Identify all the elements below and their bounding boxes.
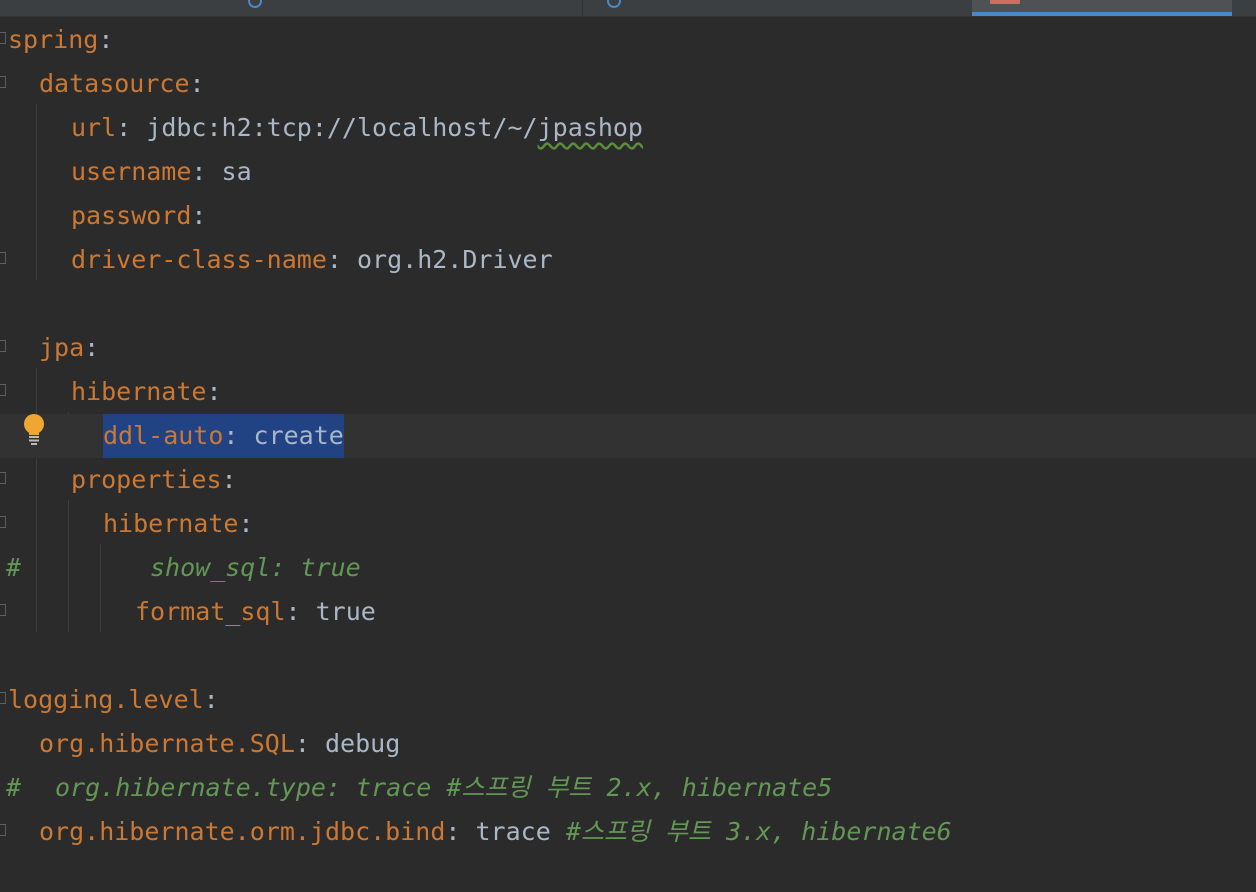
yaml-key: spring bbox=[8, 25, 99, 54]
comment-text: show_sql: true bbox=[150, 553, 361, 582]
code-line[interactable]: properties: bbox=[0, 458, 1256, 502]
yaml-key: driver-class-name bbox=[71, 245, 327, 274]
yaml-key: password bbox=[71, 201, 192, 230]
editor-tab-active[interactable] bbox=[972, 0, 1232, 16]
yaml-key: username bbox=[71, 157, 192, 186]
yaml-value: create bbox=[253, 421, 344, 450]
inline-comment: #스프링 부트 3.x, hibernate6 bbox=[565, 817, 952, 846]
code-line[interactable]: logging.level: bbox=[0, 678, 1256, 722]
yaml-colon: : bbox=[238, 509, 254, 538]
code-editor[interactable]: spring: datasource: url: jdbc:h2:tcp://l… bbox=[0, 16, 1256, 892]
code-line-current[interactable]: ddl-auto: create bbox=[0, 414, 1256, 458]
code-line[interactable]: hibernate: bbox=[0, 370, 1256, 414]
yaml-colon: : bbox=[223, 421, 254, 450]
yaml-value: debug bbox=[324, 729, 401, 758]
yaml-key: org.hibernate.SQL bbox=[39, 729, 295, 758]
yaml-value: trace bbox=[475, 817, 566, 846]
yaml-key: hibernate bbox=[71, 377, 207, 406]
editor-tab[interactable] bbox=[582, 0, 971, 16]
yaml-key: url bbox=[71, 113, 117, 142]
code-line[interactable]: # show_sql: true bbox=[0, 546, 1256, 590]
yaml-key: ddl-auto bbox=[103, 421, 224, 450]
code-line[interactable]: org.hibernate.orm.jdbc.bind: trace #스프링 … bbox=[0, 810, 1256, 854]
yaml-colon: : bbox=[84, 333, 100, 362]
yaml-colon: : bbox=[98, 25, 114, 54]
code-line[interactable]: spring: bbox=[0, 18, 1256, 62]
yaml-colon: : bbox=[203, 685, 219, 714]
yaml-colon: : bbox=[326, 245, 357, 274]
lightbulb-icon[interactable] bbox=[22, 412, 46, 446]
code-line[interactable]: hibernate: bbox=[0, 502, 1256, 546]
text-selection[interactable]: ddl-auto: create bbox=[103, 414, 344, 458]
yaml-value: org.h2.Driver bbox=[356, 245, 553, 274]
yaml-colon: : bbox=[116, 113, 147, 142]
yaml-colon: : bbox=[191, 201, 207, 230]
code-line[interactable]: password: bbox=[0, 194, 1256, 238]
code-line[interactable]: # org.hibernate.type: trace #스프링 부트 2.x,… bbox=[0, 766, 1256, 810]
yaml-key: properties bbox=[71, 465, 222, 494]
yaml-colon: : bbox=[294, 729, 325, 758]
yaml-colon: : bbox=[445, 817, 476, 846]
yaml-key: org.hibernate.orm.jdbc.bind bbox=[39, 817, 446, 846]
yaml-file-icon bbox=[990, 0, 1020, 4]
yaml-value: true bbox=[315, 597, 376, 626]
code-line[interactable]: format_sql: true bbox=[0, 590, 1256, 634]
yaml-value: sa bbox=[221, 157, 252, 186]
yaml-key: datasource bbox=[39, 69, 190, 98]
yaml-colon: : bbox=[206, 377, 222, 406]
code-line[interactable]: url: jdbc:h2:tcp://localhost/~/jpashop bbox=[0, 106, 1256, 150]
yaml-key: logging.level bbox=[8, 685, 204, 714]
yaml-colon: : bbox=[285, 597, 316, 626]
code-line[interactable]: driver-class-name: org.h2.Driver bbox=[0, 238, 1256, 282]
code-line[interactable]: jpa: bbox=[0, 326, 1256, 370]
spelling-warning[interactable]: jpashop bbox=[538, 113, 643, 142]
code-line[interactable]: datasource: bbox=[0, 62, 1256, 106]
yaml-colon: : bbox=[221, 465, 237, 494]
yaml-colon: : bbox=[189, 69, 205, 98]
editor-tab[interactable] bbox=[0, 0, 580, 16]
yaml-value: jdbc:h2:tcp://localhost/~/ bbox=[146, 113, 538, 142]
code-line[interactable]: username: sa bbox=[0, 150, 1256, 194]
comment-hash: # bbox=[6, 773, 22, 802]
comment-hash: # bbox=[6, 553, 22, 582]
yaml-key: hibernate bbox=[103, 509, 239, 538]
comment-text: org.hibernate.type: trace #스프링 부트 2.x, h… bbox=[55, 773, 833, 802]
editor-tab-bar bbox=[0, 0, 1256, 17]
code-line[interactable]: org.hibernate.SQL: debug bbox=[0, 722, 1256, 766]
yaml-key: jpa bbox=[39, 333, 85, 362]
yaml-key: format_sql bbox=[135, 597, 286, 626]
yaml-colon: : bbox=[191, 157, 222, 186]
java-class-icon bbox=[607, 0, 621, 8]
java-class-icon bbox=[248, 0, 262, 8]
